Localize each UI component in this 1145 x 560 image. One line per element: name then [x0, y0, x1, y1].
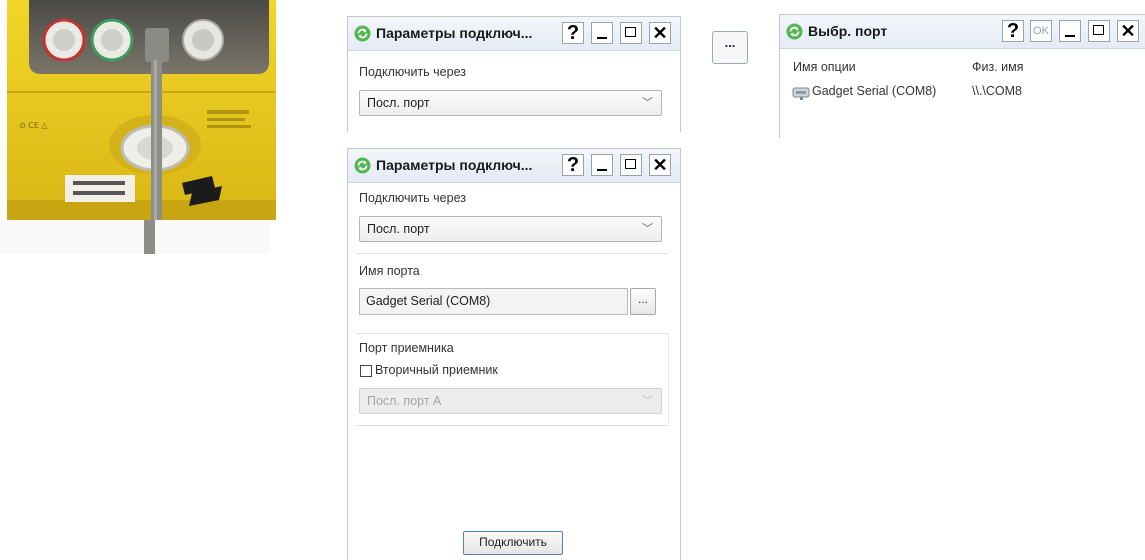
minimize-button[interactable]	[1059, 20, 1081, 42]
column-header-option-name[interactable]: Имя опции	[793, 60, 856, 74]
maximize-button[interactable]	[1088, 20, 1110, 42]
port-name-value: Gadget Serial (COM8)	[366, 294, 491, 308]
minimize-icon	[597, 37, 607, 39]
port-browse-button[interactable]: ...	[630, 288, 656, 315]
titlebar[interactable]: Параметры подключ... ? ✕	[348, 17, 680, 51]
photo-caption-strip	[0, 220, 269, 254]
help-icon: ?	[566, 154, 580, 176]
minimize-button[interactable]	[591, 154, 613, 176]
chevron-down-icon: ﹀	[642, 97, 653, 109]
minimize-icon	[597, 169, 607, 171]
help-icon: ?	[1006, 20, 1020, 42]
port-physical-name: \\.\COM8	[972, 84, 1023, 98]
divider	[356, 333, 668, 334]
help-button[interactable]: ?	[562, 22, 584, 44]
help-button[interactable]: ?	[562, 154, 584, 176]
maximize-button[interactable]	[620, 154, 642, 176]
maximize-button[interactable]	[620, 22, 642, 44]
close-icon: ✕	[652, 23, 668, 43]
receiver-port-value: Посл. порт А	[367, 394, 442, 408]
app-refresh-icon	[354, 157, 371, 174]
connection-params-window-top: Параметры подключ... ? ✕ Подключить чере…	[347, 16, 681, 132]
titlebar[interactable]: Выбр. порт ? OK ✕	[780, 15, 1145, 49]
svg-text:⊙ CE △: ⊙ CE △	[19, 121, 48, 130]
connect-via-value: Посл. порт	[367, 222, 430, 236]
window-title: Параметры подключ...	[376, 157, 533, 173]
browse-port-button[interactable]: ...	[712, 31, 748, 64]
app-refresh-icon	[354, 25, 371, 42]
close-button[interactable]: ✕	[649, 22, 671, 44]
select-port-dialog: Выбр. порт ? OK ✕ Имя опции Физ. имя Gad…	[779, 14, 1145, 138]
connect-via-value: Посл. порт	[367, 96, 430, 110]
connection-params-window: Параметры подключ... ? ✕ Подключить чере…	[347, 148, 681, 560]
help-button[interactable]: ?	[1002, 20, 1024, 42]
group-border	[668, 333, 669, 425]
secondary-receiver-checkbox-row[interactable]: Вторичный приемник	[359, 362, 559, 380]
minimize-icon	[1065, 35, 1075, 37]
close-button[interactable]: ✕	[1117, 20, 1139, 42]
port-list-row[interactable]: Gadget Serial (COM8) \\.\COM8	[792, 82, 1132, 104]
column-header-physical-name[interactable]: Физ. имя	[972, 60, 1024, 74]
app-refresh-icon	[786, 23, 803, 40]
connect-button[interactable]: Подключить	[463, 531, 563, 555]
minimize-button[interactable]	[591, 22, 613, 44]
device-cable	[144, 220, 155, 254]
help-icon: ?	[566, 22, 580, 44]
receiver-port-label: Порт приемника	[359, 341, 454, 355]
maximize-icon	[625, 159, 636, 169]
secondary-receiver-label: Вторичный приемник	[375, 363, 498, 377]
connect-via-select[interactable]: Посл. порт ﹀	[359, 216, 662, 242]
port-option-name: Gadget Serial (COM8)	[812, 84, 937, 98]
dialog-title: Выбр. порт	[808, 23, 888, 39]
divider	[356, 253, 668, 254]
secondary-receiver-checkbox[interactable]	[360, 365, 372, 377]
ok-button[interactable]: OK	[1030, 20, 1052, 42]
receiver-port-select[interactable]: Посл. порт А ﹀	[359, 388, 662, 414]
connect-via-select[interactable]: Посл. порт ﹀	[359, 90, 662, 116]
chevron-down-icon: ﹀	[642, 223, 653, 235]
close-icon: ✕	[1120, 21, 1136, 41]
chevron-down-icon: ﹀	[642, 395, 653, 407]
connect-via-label: Подключить через	[359, 191, 466, 205]
titlebar[interactable]: Параметры подключ... ? ✕	[348, 149, 680, 183]
connect-via-label: Подключить через	[359, 65, 466, 79]
close-icon: ✕	[652, 155, 668, 175]
device-photo: ⊙ CE △	[7, 0, 276, 220]
port-name-label: Имя порта	[359, 264, 420, 278]
divider	[356, 425, 668, 426]
maximize-icon	[625, 27, 636, 37]
close-button[interactable]: ✕	[649, 154, 671, 176]
serial-port-icon	[792, 87, 810, 100]
maximize-icon	[1093, 25, 1104, 35]
port-name-field[interactable]: Gadget Serial (COM8)	[359, 288, 628, 315]
window-title: Параметры подключ...	[376, 25, 533, 41]
